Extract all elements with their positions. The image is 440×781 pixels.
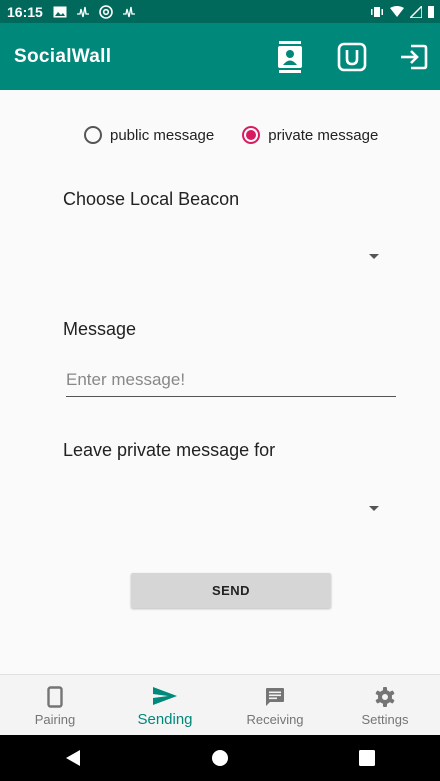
dropdown-arrow-icon <box>369 254 379 259</box>
message-type-radio-group: public message private message <box>84 126 378 144</box>
radio-checked-icon <box>242 126 261 144</box>
home-button[interactable] <box>190 735 250 781</box>
app-bar-actions <box>248 37 440 77</box>
recents-square-icon <box>358 750 375 766</box>
activity-notification-icon <box>76 6 89 17</box>
logout-icon <box>401 44 428 69</box>
private-message-label: private message <box>268 126 379 144</box>
message-label: Message <box>63 319 137 339</box>
nav-item-settings[interactable]: Settings <box>330 675 440 736</box>
image-notification-icon <box>53 6 67 17</box>
nav-label-receiving: Receiving <box>246 711 304 727</box>
status-notification-icons <box>53 4 136 19</box>
message-input[interactable] <box>66 364 396 397</box>
gear-icon <box>375 685 395 709</box>
beacon-label: Choose Local Beacon <box>63 189 240 209</box>
beacon-spinner[interactable] <box>63 238 393 274</box>
status-system-icons <box>370 5 434 18</box>
user-button[interactable] <box>332 37 372 77</box>
recipient-label: Leave private message for <box>63 440 276 460</box>
nav-label-sending: Sending <box>137 710 193 728</box>
public-message-label: public message <box>110 126 215 144</box>
back-triangle-icon <box>66 750 81 766</box>
back-button[interactable] <box>43 735 103 781</box>
status-bar: 16:15 <box>0 0 440 23</box>
message-icon <box>265 685 285 709</box>
contacts-button[interactable] <box>270 37 310 77</box>
private-message-radio[interactable]: private message <box>242 126 378 144</box>
battery-icon <box>428 6 434 18</box>
status-time: 16:15 <box>7 3 43 20</box>
nav-item-sending[interactable]: Sending <box>110 675 220 736</box>
home-circle-icon <box>211 750 228 766</box>
wifi-icon <box>390 5 404 17</box>
nav-item-receiving[interactable]: Receiving <box>220 675 330 736</box>
app-title: SocialWall <box>14 45 112 67</box>
user-badge-icon <box>337 42 367 71</box>
nav-label-pairing: Pairing <box>34 711 76 727</box>
send-button[interactable]: SEND <box>131 573 331 608</box>
app-bar: SocialWall <box>0 23 440 90</box>
logout-button[interactable] <box>394 37 434 77</box>
bottom-navigation: Pairing Sending Receiving Settings <box>0 674 440 736</box>
radio-unchecked-icon <box>84 126 102 144</box>
send-icon <box>153 684 177 708</box>
nav-item-pairing[interactable]: Pairing <box>0 675 110 736</box>
system-navigation-bar <box>0 735 440 781</box>
recents-button[interactable] <box>337 735 397 781</box>
public-message-radio[interactable]: public message <box>84 126 214 144</box>
contacts-icon <box>278 40 302 73</box>
nav-label-settings: Settings <box>361 711 409 727</box>
activity-notification-icon-2 <box>122 6 135 17</box>
cellular-signal-icon <box>410 5 422 18</box>
at-sign-notification-icon <box>99 4 113 19</box>
vibrate-icon <box>371 6 383 17</box>
phone-icon <box>47 685 63 709</box>
recipient-spinner[interactable] <box>63 490 393 526</box>
dropdown-arrow-icon <box>369 506 379 511</box>
